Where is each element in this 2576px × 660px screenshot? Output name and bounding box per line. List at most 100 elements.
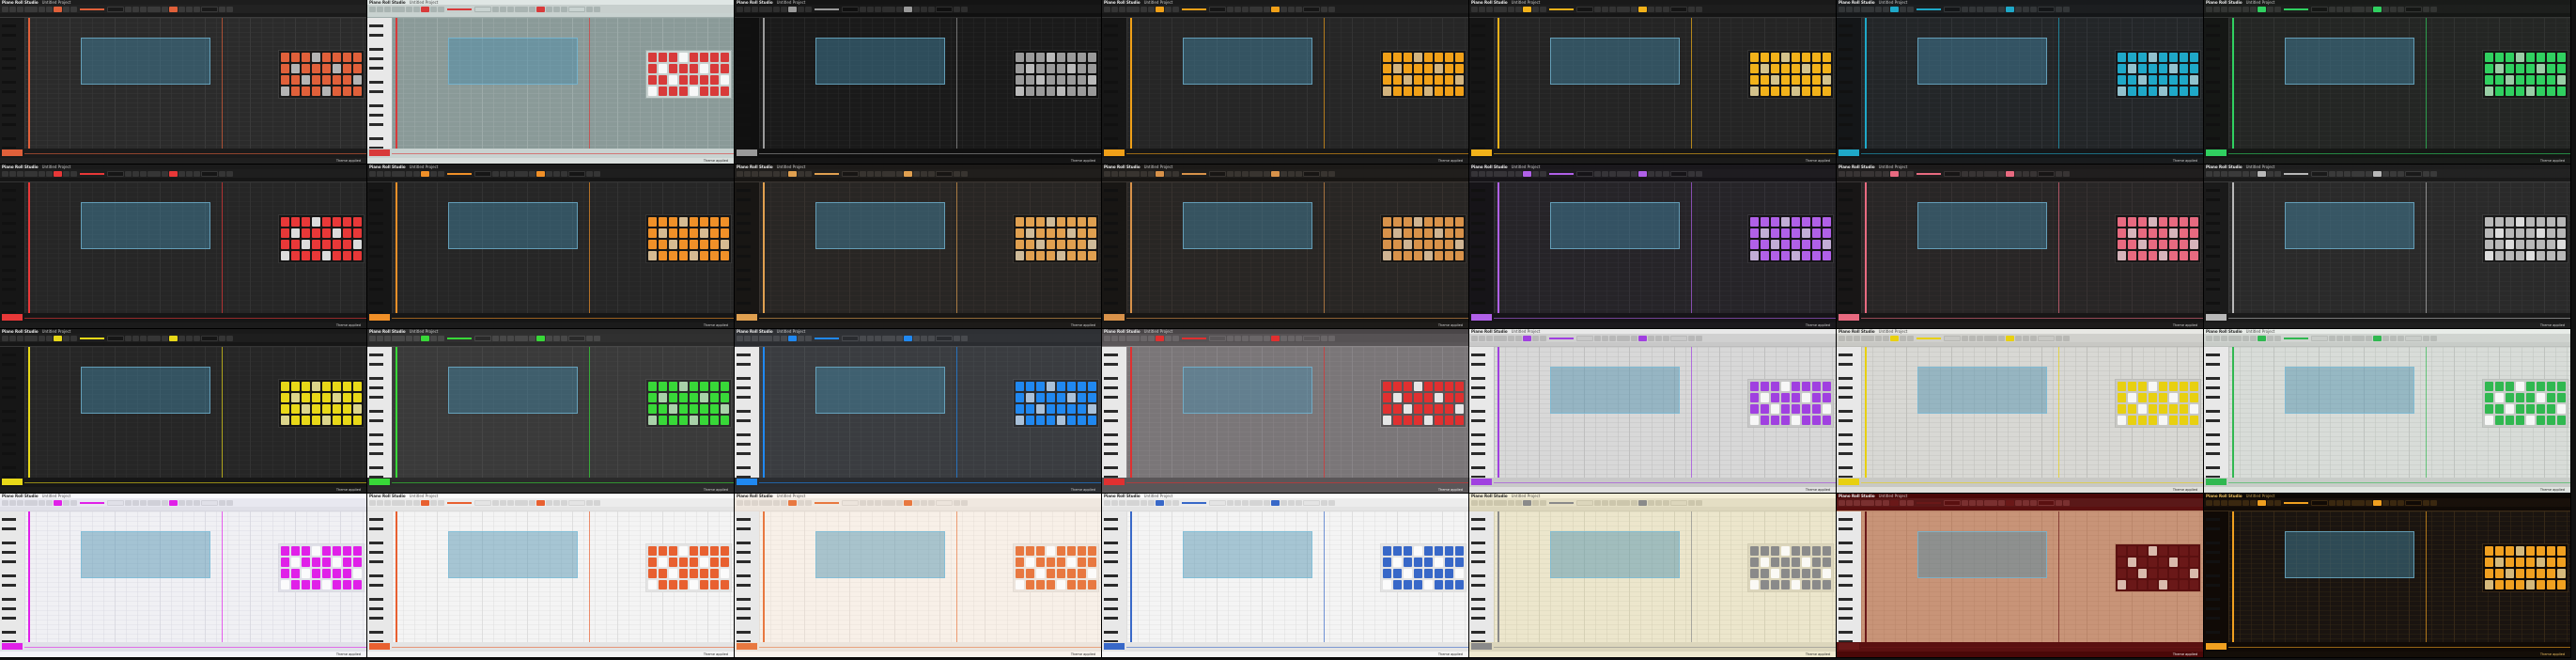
- palette-button[interactable]: [1435, 404, 1443, 414]
- black-key[interactable]: [737, 542, 751, 544]
- palette-button[interactable]: [312, 53, 320, 62]
- black-key[interactable]: [1104, 386, 1118, 389]
- palette-button[interactable]: [2138, 558, 2147, 567]
- palette-button[interactable]: [690, 228, 698, 238]
- palette-button[interactable]: [690, 558, 698, 567]
- palette-button[interactable]: [1414, 558, 1422, 567]
- toolbar-button[interactable]: [1998, 6, 2005, 12]
- palette-button[interactable]: [2128, 217, 2136, 227]
- palette-button[interactable]: [1750, 580, 1759, 589]
- palette-button[interactable]: [281, 64, 289, 73]
- toolbar-button[interactable]: [421, 335, 429, 341]
- toolbar-button[interactable]: [1515, 499, 1522, 506]
- toolbar-button[interactable]: [781, 499, 787, 506]
- palette-button[interactable]: [679, 382, 688, 391]
- palette-button[interactable]: [2506, 569, 2514, 578]
- palette-button[interactable]: [1812, 580, 1821, 589]
- palette-button[interactable]: [1383, 580, 1391, 589]
- palette-button[interactable]: [312, 240, 320, 249]
- black-key[interactable]: [1471, 67, 1485, 70]
- palette-button[interactable]: [1424, 251, 1433, 260]
- palette-button[interactable]: [343, 75, 351, 85]
- toolbar-button[interactable]: [928, 335, 935, 341]
- palette-button[interactable]: [1445, 382, 1453, 391]
- toolbar-button[interactable]: [507, 6, 514, 12]
- playhead[interactable]: [28, 18, 30, 149]
- palette-button[interactable]: [1435, 558, 1443, 567]
- toolbar-button[interactable]: [867, 6, 874, 12]
- palette-button[interactable]: [1078, 558, 1086, 567]
- palette-button[interactable]: [1750, 416, 1759, 425]
- palette-button[interactable]: [281, 228, 289, 238]
- palette-button[interactable]: [2180, 251, 2188, 260]
- palette-button[interactable]: [1088, 558, 1096, 567]
- palette-button[interactable]: [2506, 64, 2514, 73]
- palette-button[interactable]: [679, 393, 688, 402]
- toolbar-button[interactable]: [1631, 335, 1637, 341]
- palette-button[interactable]: [690, 416, 698, 425]
- palette-button[interactable]: [1078, 75, 1086, 85]
- value-field[interactable]: [842, 6, 859, 12]
- palette-button[interactable]: [1016, 569, 1024, 578]
- toolbar-button[interactable]: [1479, 499, 1485, 506]
- piano-keyboard[interactable]: [1469, 18, 1494, 149]
- palette-button[interactable]: [302, 569, 310, 578]
- palette-button[interactable]: [669, 86, 677, 96]
- value-field[interactable]: [2405, 6, 2422, 12]
- toolbar-button[interactable]: [1227, 499, 1234, 506]
- zoom-slider[interactable]: [1182, 337, 1206, 339]
- note-grid[interactable]: [24, 182, 366, 320]
- palette-button[interactable]: [659, 64, 667, 73]
- black-key[interactable]: [369, 377, 383, 380]
- palette-button[interactable]: [1057, 86, 1065, 96]
- black-key[interactable]: [1471, 189, 1485, 192]
- black-key[interactable]: [369, 67, 383, 70]
- palette-button[interactable]: [343, 53, 351, 62]
- toolbar-button[interactable]: [1861, 170, 1874, 177]
- palette-button[interactable]: [1761, 75, 1769, 85]
- toolbar-button[interactable]: [2242, 6, 2249, 12]
- toolbar-button[interactable]: [954, 499, 960, 506]
- palette-button[interactable]: [2128, 228, 2136, 238]
- palette-button[interactable]: [1414, 217, 1422, 227]
- palette-button[interactable]: [1067, 86, 1076, 96]
- toolbar-button[interactable]: [781, 6, 787, 12]
- toolbar-button[interactable]: [430, 170, 437, 177]
- palette-button[interactable]: [1424, 240, 1433, 249]
- palette-button[interactable]: [1057, 217, 1065, 227]
- black-key[interactable]: [369, 222, 383, 225]
- black-key[interactable]: [1471, 48, 1485, 51]
- palette-button[interactable]: [1078, 64, 1086, 73]
- toolbar-button[interactable]: [1977, 170, 1983, 177]
- toolbar-button[interactable]: [2213, 335, 2220, 341]
- black-key[interactable]: [1839, 245, 1853, 248]
- palette-button[interactable]: [2118, 75, 2126, 85]
- toolbar-button[interactable]: [860, 335, 866, 341]
- palette-button[interactable]: [659, 86, 667, 96]
- loop-marker[interactable]: [1691, 511, 1692, 642]
- palette-button[interactable]: [648, 53, 657, 62]
- palette-button[interactable]: [679, 546, 688, 556]
- black-key[interactable]: [1104, 48, 1118, 51]
- toolbar-button[interactable]: [586, 6, 593, 12]
- toolbar-button[interactable]: [954, 170, 960, 177]
- black-key[interactable]: [1104, 222, 1118, 225]
- palette-button[interactable]: [2190, 240, 2198, 249]
- black-key[interactable]: [1471, 363, 1485, 366]
- playhead[interactable]: [2232, 18, 2234, 149]
- palette-button[interactable]: [1445, 416, 1453, 425]
- palette-button[interactable]: [2128, 580, 2136, 589]
- loop-marker[interactable]: [956, 511, 957, 642]
- palette-button[interactable]: [2180, 240, 2188, 249]
- note-grid[interactable]: [392, 347, 734, 484]
- palette-button[interactable]: [1016, 217, 1024, 227]
- black-key[interactable]: [1104, 269, 1118, 272]
- toolbar-button[interactable]: [805, 335, 812, 341]
- palette-button[interactable]: [1435, 546, 1443, 556]
- toolbar-button[interactable]: [226, 335, 233, 341]
- toolbar-button[interactable]: [553, 499, 560, 506]
- playhead[interactable]: [763, 182, 765, 313]
- toolbar-button[interactable]: [2228, 6, 2242, 12]
- palette-button[interactable]: [1445, 217, 1453, 227]
- palette-button[interactable]: [2128, 404, 2136, 414]
